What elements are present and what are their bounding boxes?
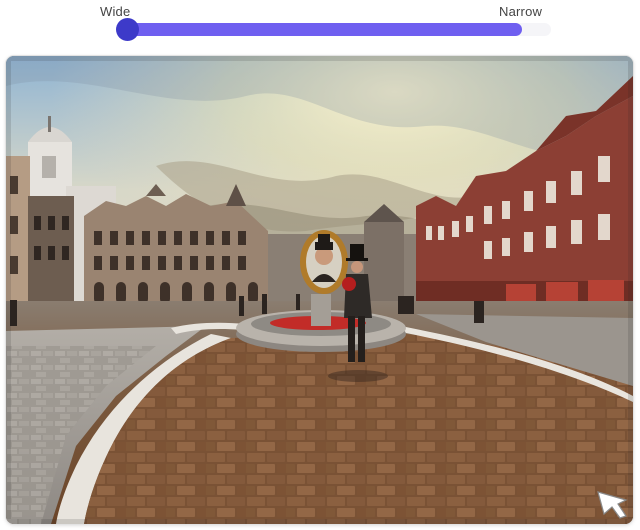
town-square-scene — [6, 56, 633, 524]
field-of-view-slider[interactable]: Wide Narrow — [0, 0, 640, 52]
page: Wide Narrow — [0, 0, 640, 530]
scene-viewport[interactable] — [6, 56, 633, 524]
slider-label-narrow: Narrow — [499, 4, 543, 19]
slider-thumb[interactable] — [116, 18, 139, 41]
cursor-arrow-icon — [596, 490, 630, 520]
slider-track[interactable] — [126, 23, 522, 36]
slider-label-wide: Wide — [100, 4, 131, 19]
